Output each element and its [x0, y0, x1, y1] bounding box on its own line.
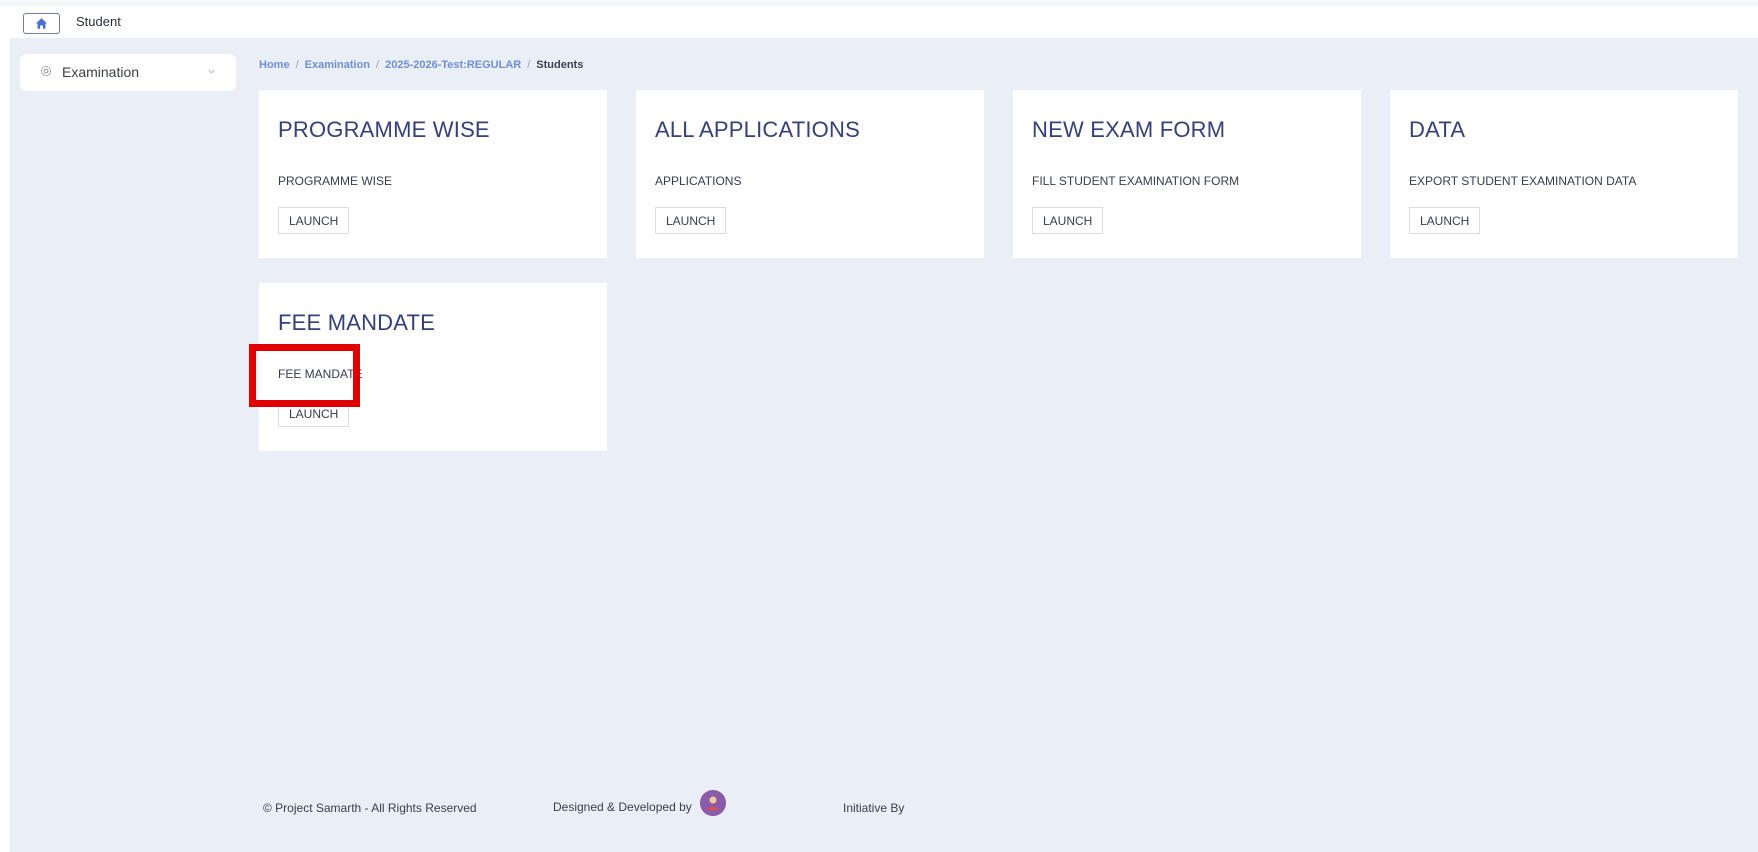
breadcrumb-separator: / [295, 59, 299, 71]
card-title: DATA [1409, 117, 1466, 142]
developer-logo-icon [700, 790, 726, 816]
home-button[interactable] [23, 13, 60, 34]
sidebar-item-examination[interactable]: Examination [20, 54, 236, 91]
card-title: ALL APPLICATIONS [655, 117, 860, 142]
breadcrumb-session[interactable]: 2025-2026-Test:REGULAR [385, 59, 521, 71]
launch-button[interactable]: LAUNCH [1409, 207, 1481, 234]
breadcrumb-current: Students [536, 59, 584, 71]
card-title: NEW EXAM FORM [1032, 117, 1226, 142]
chevron-down-icon[interactable] [207, 67, 216, 76]
sidebar-item-label: Examination [62, 64, 140, 80]
card-title: FEE MANDATE [278, 310, 436, 335]
card-title: PROGRAMME WISE [278, 117, 490, 142]
home-icon [35, 18, 48, 29]
launch-button[interactable]: LAUNCH [1032, 207, 1104, 234]
card-description: FILL STUDENT EXAMINATION FORM [1032, 174, 1240, 188]
card-new-exam-form: NEW EXAM FORM FILL STUDENT EXAMINATION F… [1013, 90, 1361, 258]
top-bar: Student [0, 0, 1758, 38]
main-area: Examination Home / Examination / 2025-20… [10, 38, 1758, 852]
footer-designed-by: Designed & Developed by [553, 800, 692, 814]
breadcrumb-separator: / [527, 59, 531, 71]
launch-button[interactable]: LAUNCH [278, 400, 350, 427]
launch-button[interactable]: LAUNCH [278, 207, 350, 234]
card-description: FEE MANDATE [278, 367, 363, 381]
breadcrumb: Home / Examination / 2025-2026-Test:REGU… [259, 59, 583, 71]
breadcrumb-home[interactable]: Home [259, 59, 290, 71]
card-fee-mandate: FEE MANDATE FEE MANDATE LAUNCH [259, 283, 607, 451]
gear-icon [40, 65, 52, 77]
footer-copyright: © Project Samarth - All Rights Reserved [263, 801, 477, 815]
card-all-applications: ALL APPLICATIONS APPLICATIONS LAUNCH [636, 90, 984, 258]
breadcrumb-examination[interactable]: Examination [305, 59, 370, 71]
breadcrumb-separator: / [376, 59, 380, 71]
card-description: PROGRAMME WISE [278, 174, 393, 188]
card-description: APPLICATIONS [655, 174, 742, 188]
launch-button[interactable]: LAUNCH [655, 207, 727, 234]
footer-initiative-by: Initiative By [843, 801, 905, 815]
card-description: EXPORT STUDENT EXAMINATION DATA [1409, 174, 1637, 188]
page-title: Student [76, 14, 121, 29]
card-data: DATA EXPORT STUDENT EXAMINATION DATA LAU… [1390, 90, 1738, 258]
card-programme-wise: PROGRAMME WISE PROGRAMME WISE LAUNCH [259, 90, 607, 258]
